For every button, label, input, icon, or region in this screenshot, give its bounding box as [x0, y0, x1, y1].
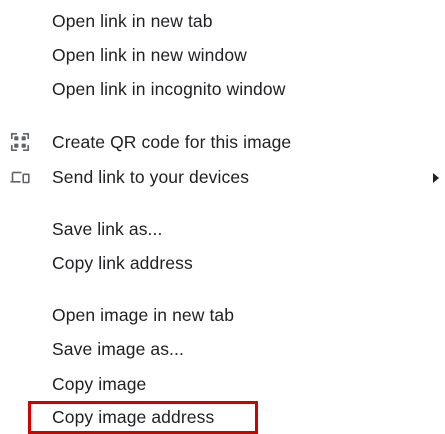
menu-item-label: Open link in new window	[52, 45, 247, 65]
menu-item-label: Create QR code for this image	[52, 132, 292, 152]
menu-item-send-link-to-devices[interactable]: Send link to your devices	[0, 160, 445, 194]
menu-item-create-qr-code[interactable]: Create QR code for this image	[0, 125, 445, 159]
menu-item-save-image-as[interactable]: Save image as...	[0, 332, 445, 366]
menu-item-label: Copy link address	[52, 253, 193, 273]
menu-item-copy-link-address[interactable]: Copy link address	[0, 246, 445, 280]
menu-item-copy-image[interactable]: Copy image	[0, 367, 445, 401]
menu-item-label: Copy image address	[52, 407, 215, 427]
menu-item-copy-image-address[interactable]: Copy image address	[0, 400, 445, 434]
menu-item-save-link-as[interactable]: Save link as...	[0, 212, 445, 246]
context-menu: Open link in new tab Open link in new wi…	[0, 0, 445, 434]
menu-item-label: Open link in incognito window	[52, 79, 286, 99]
menu-item-label: Copy image	[52, 374, 147, 394]
submenu-arrow-icon	[432, 171, 440, 183]
menu-item-label: Open link in new tab	[52, 11, 213, 31]
menu-item-open-link-new-tab[interactable]: Open link in new tab	[0, 4, 445, 38]
menu-item-label: Send link to your devices	[52, 167, 250, 187]
menu-item-label: Save image as...	[52, 339, 184, 359]
devices-icon	[8, 165, 32, 189]
menu-item-label: Open image in new tab	[52, 305, 235, 325]
qr-code-icon	[8, 130, 32, 154]
menu-item-open-link-new-window[interactable]: Open link in new window	[0, 38, 445, 72]
menu-item-label: Save link as...	[52, 219, 163, 239]
menu-item-open-image-new-tab[interactable]: Open image in new tab	[0, 298, 445, 332]
menu-item-open-link-incognito[interactable]: Open link in incognito window	[0, 72, 445, 106]
